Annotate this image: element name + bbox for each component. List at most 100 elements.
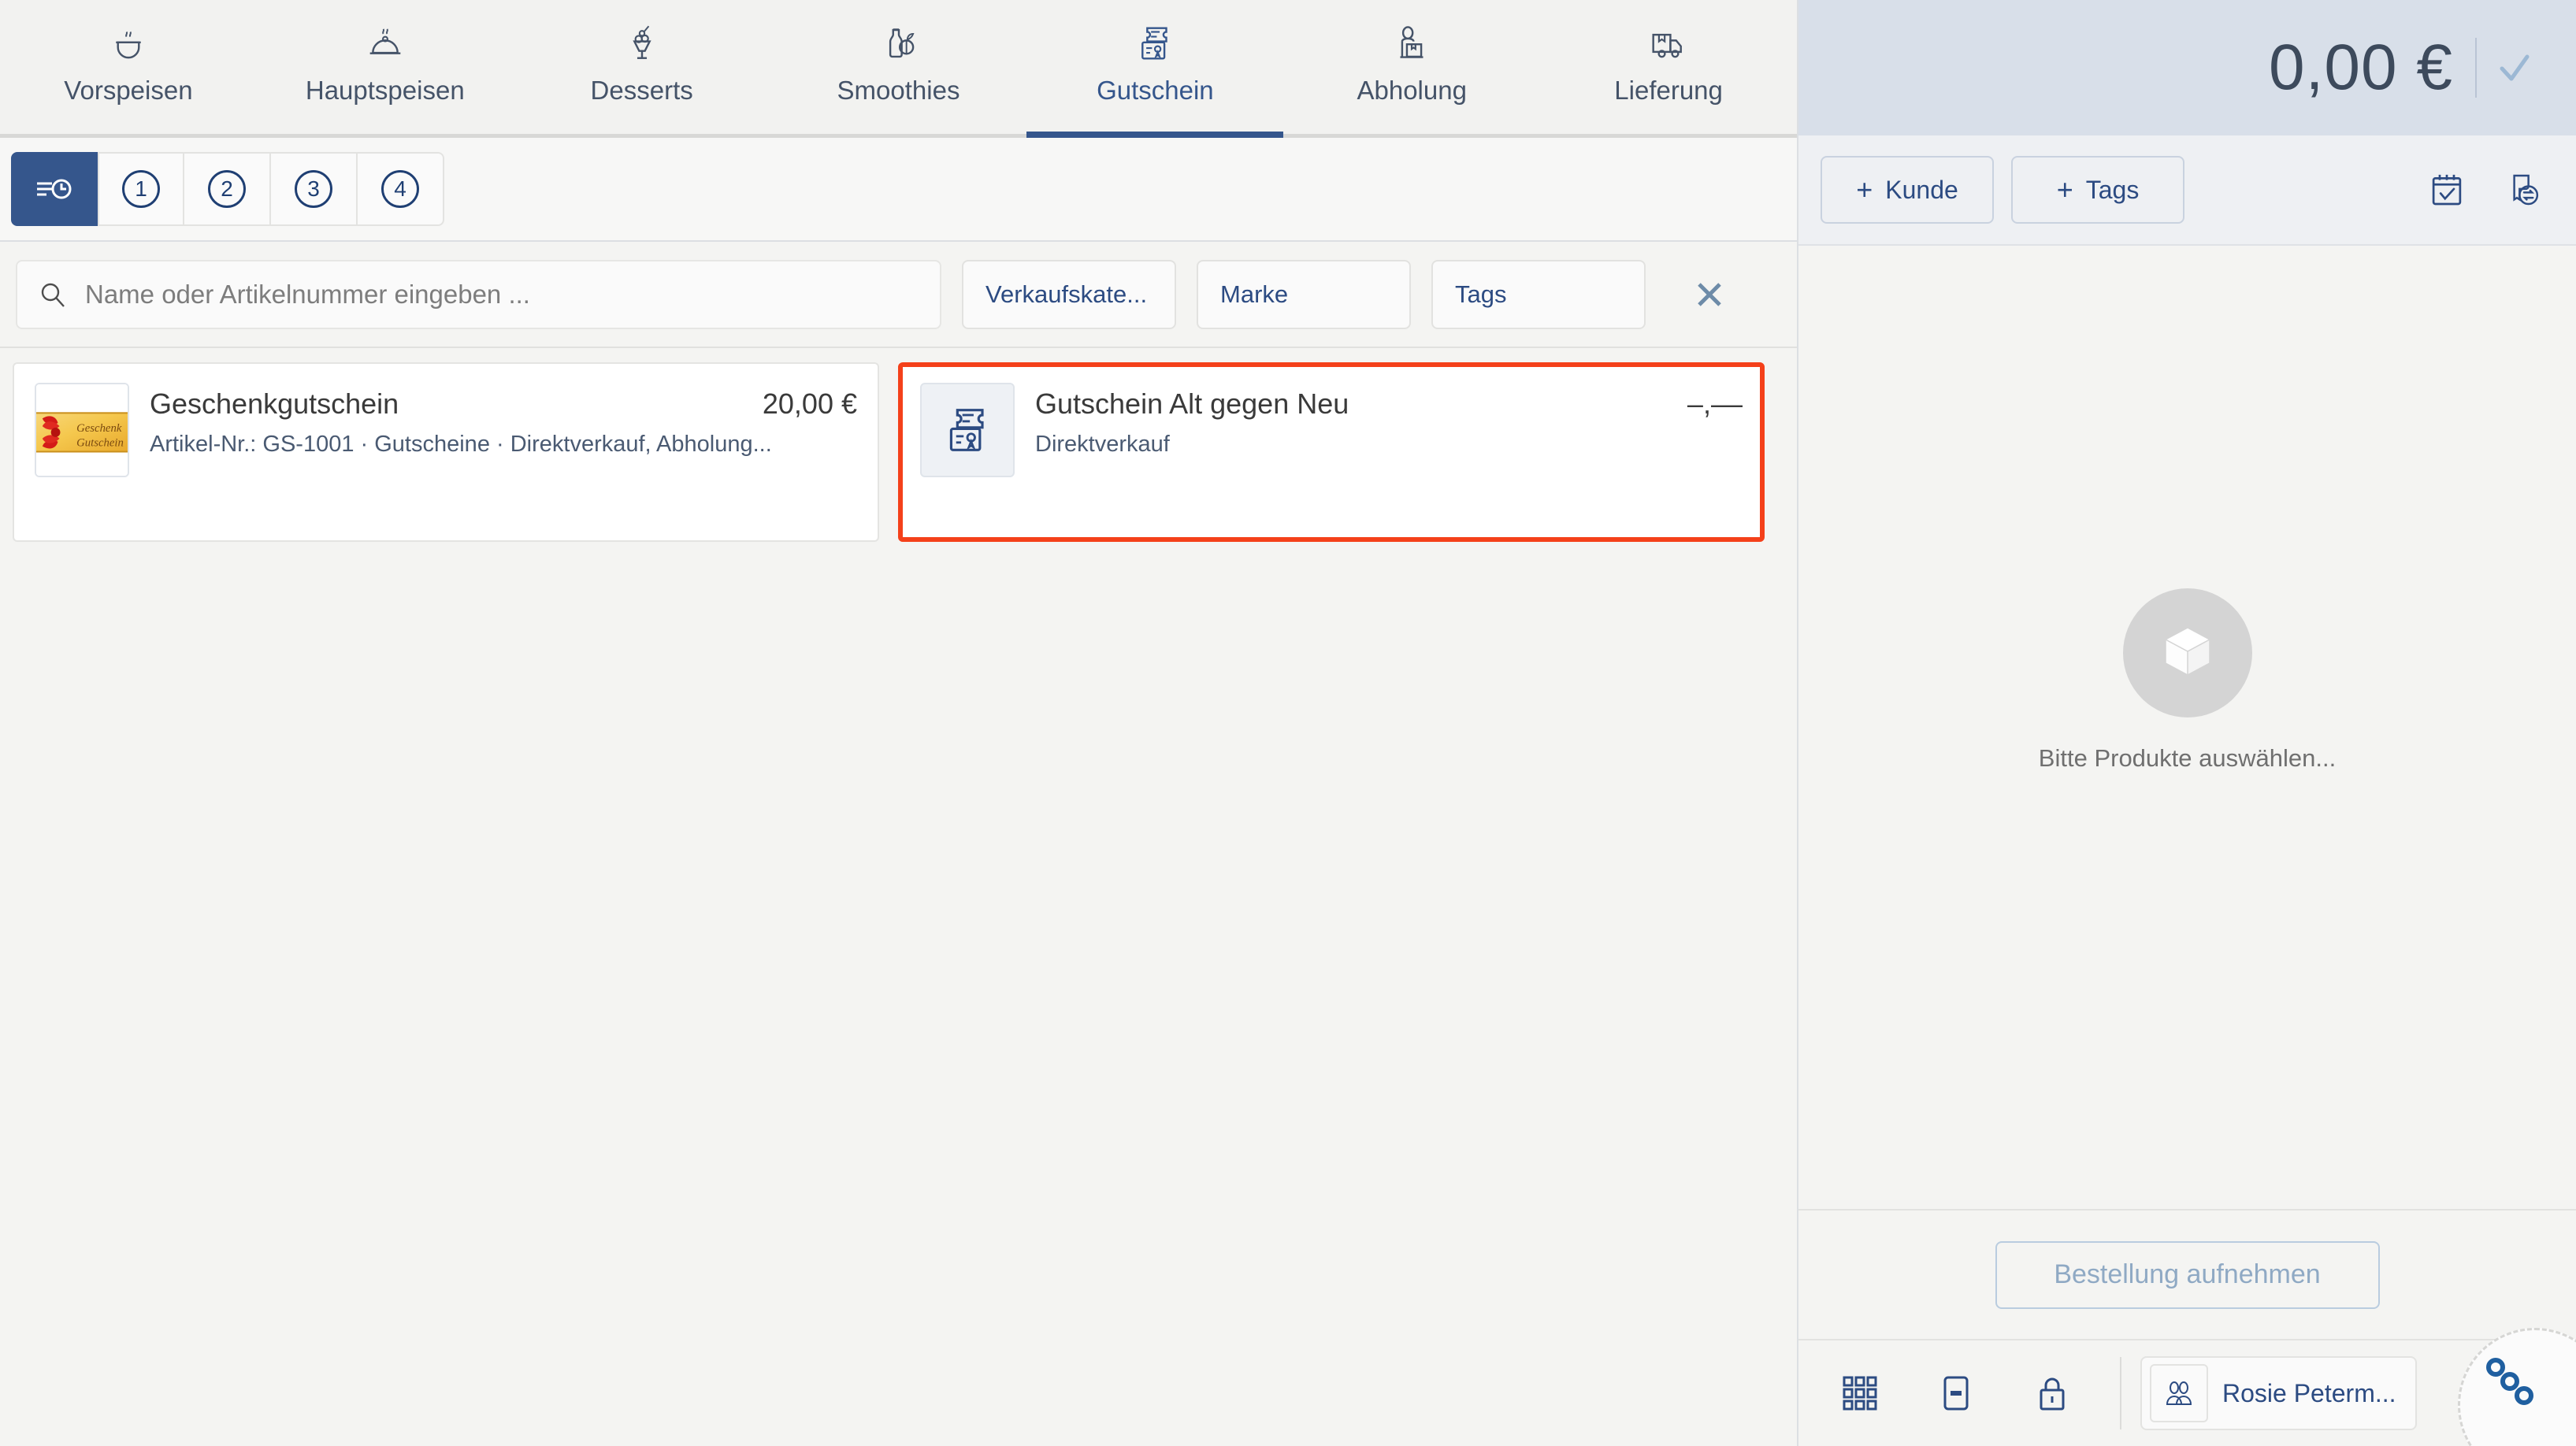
tab-gutschein[interactable]: Gutschein <box>1026 0 1284 138</box>
close-icon <box>1698 282 1721 306</box>
filter-label: Tags <box>1455 280 1507 308</box>
product-price: –,–– <box>1687 387 1743 420</box>
product-subtitle: Direktverkauf <box>1035 432 1170 457</box>
empty-cart-message: Bitte Produkte auswählen... <box>2038 743 2337 772</box>
lock-screen-button[interactable] <box>2017 1359 2087 1428</box>
voucher-icon <box>949 409 984 451</box>
add-customer-button[interactable]: + Kunde <box>1821 156 1994 224</box>
place-order-label: Bestellung aufnehmen <box>2054 1259 2321 1289</box>
tab-label: Smoothies <box>837 76 960 105</box>
cart-action-bar: + Kunde + Tags <box>1798 135 2576 246</box>
pos-application: Vorspeisen Hauptspeisen Desserts Smoothi… <box>0 0 2576 1446</box>
filter-verkaufskategorie[interactable]: Verkaufskate... <box>962 259 1176 329</box>
soup-bowl-icon <box>116 31 141 59</box>
schedule-order-button[interactable] <box>2417 160 2477 220</box>
place-order-button[interactable]: Bestellung aufnehmen <box>1995 1240 2380 1309</box>
product-details: Geschenkgutschein 20,00 € Artikel-Nr.: G… <box>150 383 857 521</box>
plus-icon: + <box>1856 173 1873 206</box>
product-card[interactable]: Geschenk Gutschein Geschenkgutschein 20,… <box>13 362 879 542</box>
order-slot-2[interactable]: 2 <box>184 152 271 226</box>
calendar-check-icon <box>2432 174 2462 206</box>
search-icon <box>41 283 65 307</box>
order-history-button[interactable] <box>11 152 98 226</box>
product-pane: Vorspeisen Hauptspeisen Desserts Smoothi… <box>0 0 1798 1446</box>
order-slot-label: 3 <box>295 170 332 208</box>
product-thumbnail: Geschenk Gutschein <box>35 383 129 477</box>
svg-text:Geschenk: Geschenk <box>76 422 122 435</box>
order-slot-4[interactable]: 4 <box>358 152 444 226</box>
tab-abholung[interactable]: Abholung <box>1283 0 1540 138</box>
status-bar: Rosie Peterm... <box>1798 1328 2576 1446</box>
cart-total-bar: 0,00 € <box>1798 0 2576 135</box>
list-clock-icon <box>37 179 72 199</box>
avatar <box>2150 1364 2208 1422</box>
more-dots-icon <box>2486 1358 2533 1405</box>
tab-label: Desserts <box>590 76 693 105</box>
gift-voucher-image: Geschenk Gutschein <box>36 384 128 476</box>
filter-marke[interactable]: Marke <box>1197 259 1411 329</box>
tab-label: Lieferung <box>1614 76 1723 105</box>
product-title: Geschenkgutschein <box>150 387 399 420</box>
tab-lieferung[interactable]: Lieferung <box>1540 0 1797 138</box>
bottle-fruit-icon <box>889 28 914 58</box>
return-receipt-button[interactable] <box>2494 160 2554 220</box>
confirm-total-button[interactable] <box>2477 46 2552 90</box>
search-placeholder: Name oder Artikelnummer eingeben ... <box>85 279 530 309</box>
category-tab-bar: Vorspeisen Hauptspeisen Desserts Smoothi… <box>0 0 1797 138</box>
tab-label: Hauptspeisen <box>305 76 465 105</box>
order-slot-bar: 1 2 3 4 <box>0 138 1797 242</box>
product-card-selected[interactable]: Gutschein Alt gegen Neu –,–– Direktverka… <box>898 362 1765 542</box>
empty-cart-badge <box>2122 588 2252 717</box>
current-user-name: Rosie Peterm... <box>2222 1378 2396 1407</box>
apps-grid-button[interactable] <box>1825 1359 1895 1428</box>
search-input[interactable]: Name oder Artikelnummer eingeben ... <box>16 259 941 329</box>
product-subtitle: Artikel-Nr.: GS-1001 · Gutscheine · Dire… <box>150 432 772 457</box>
sundae-icon <box>633 25 651 59</box>
cloche-icon <box>369 28 401 54</box>
order-slot-label: 1 <box>122 170 160 208</box>
add-tags-button[interactable]: + Tags <box>2011 156 2184 224</box>
tab-label: Abholung <box>1357 76 1467 105</box>
tab-label: Vorspeisen <box>64 76 193 105</box>
product-header: Geschenkgutschein 20,00 € <box>150 387 857 421</box>
tab-smoothies[interactable]: Smoothies <box>770 0 1027 138</box>
product-grid: Geschenk Gutschein Geschenkgutschein 20,… <box>0 348 1797 1446</box>
receipt-return-icon <box>2513 174 2539 206</box>
delivery-truck-icon <box>1652 33 1682 58</box>
order-slot-label: 4 <box>381 170 419 208</box>
cart-empty-state: Bitte Produkte auswählen... <box>1798 246 2576 1209</box>
cart-total-amount: 0,00 € <box>2269 32 2453 103</box>
pickup-person-icon <box>1400 26 1423 58</box>
more-options-fab[interactable] <box>2458 1328 2576 1446</box>
clear-search-button[interactable] <box>1680 265 1739 324</box>
add-tags-label: Tags <box>2085 175 2140 204</box>
plus-icon: + <box>2056 173 2073 206</box>
order-slot-1[interactable]: 1 <box>98 152 184 226</box>
order-action-zone: Bestellung aufnehmen <box>1798 1209 2576 1339</box>
product-price: 20,00 € <box>762 387 857 420</box>
product-header: Gutschein Alt gegen Neu –,–– <box>1035 387 1743 421</box>
current-user-button[interactable]: Rosie Peterm... <box>2140 1356 2417 1430</box>
product-title: Gutschein Alt gegen Neu <box>1035 387 1349 420</box>
check-icon <box>2500 54 2530 81</box>
grid-apps-icon <box>1843 1376 1877 1411</box>
tab-vorspeisen[interactable]: Vorspeisen <box>0 0 257 138</box>
cash-drawer-button[interactable] <box>1921 1359 1991 1428</box>
cart-pane: 0,00 € + Kunde + Tags Bitte Produkte aus… <box>1798 0 2576 1446</box>
tab-desserts[interactable]: Desserts <box>514 0 770 138</box>
order-slot-label: 2 <box>208 170 246 208</box>
cube-icon <box>2163 626 2211 676</box>
lock-icon <box>2040 1377 2065 1411</box>
search-filter-bar: Name oder Artikelnummer eingeben ... Ver… <box>0 242 1797 348</box>
cash-drawer-icon <box>1943 1376 1969 1411</box>
order-slot-3[interactable]: 3 <box>271 152 358 226</box>
filter-label: Verkaufskate... <box>985 280 1148 308</box>
filter-tags[interactable]: Tags <box>1431 259 1646 329</box>
product-thumbnail <box>920 383 1015 477</box>
tab-hauptspeisen[interactable]: Hauptspeisen <box>257 0 514 138</box>
voucher-icon <box>1141 27 1168 60</box>
tab-label: Gutschein <box>1097 76 1214 105</box>
svg-text:Gutschein: Gutschein <box>76 437 124 450</box>
divider <box>2120 1357 2121 1429</box>
filter-label: Marke <box>1220 280 1289 308</box>
